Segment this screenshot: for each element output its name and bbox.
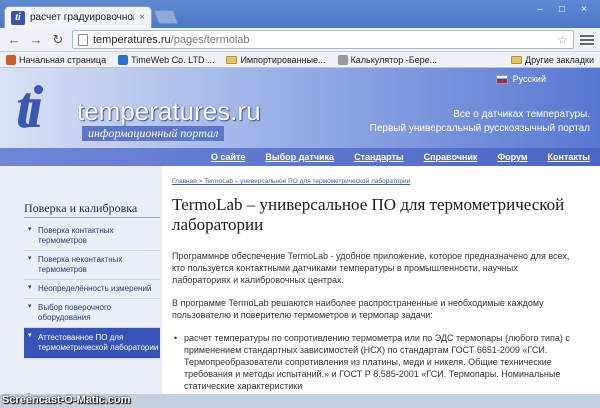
window-controls: – □ × xyxy=(530,2,594,16)
reload-icon[interactable]: ↻ xyxy=(50,32,66,48)
address-bar[interactable]: temperatures.ru/pages/termolab ☆ xyxy=(72,30,574,49)
bookmark-label: Начальная страница xyxy=(19,54,107,65)
sidebar-item-contact-thermometers[interactable]: Поверка контактных термометров xyxy=(24,222,160,251)
maximize-icon[interactable]: □ xyxy=(552,2,572,16)
web-page: ti temperatures.ru информационный портал… xyxy=(0,68,600,408)
screencast-watermark: Screencast-O-Matic.com xyxy=(0,394,600,408)
site-header: ti temperatures.ru информационный портал… xyxy=(0,68,600,148)
nav-sensor-select[interactable]: Выбор датчика xyxy=(265,152,334,162)
tagline-line: Все о датчиках температуры. xyxy=(453,109,590,120)
site-tagline: Все о датчиках температуры. Первый униве… xyxy=(370,108,590,136)
browser-tab[interactable]: ti расчет градуировочной × xyxy=(4,6,152,28)
tab-title: расчет градуировочной xyxy=(30,12,135,23)
close-window-icon[interactable]: × xyxy=(574,2,594,16)
url-text: temperatures.ru/pages/termolab xyxy=(93,34,552,46)
sidebar-item-certified-software[interactable]: Аттестованное ПО для термометрической ла… xyxy=(24,328,160,359)
site-logo-mark[interactable]: ti xyxy=(16,72,43,142)
bookmark-icon xyxy=(118,54,129,65)
minimize-icon[interactable]: – xyxy=(530,2,550,16)
back-icon[interactable]: ← xyxy=(6,32,22,47)
sidebar-item-noncontact-thermometers[interactable]: Поверка неконтактных термометров xyxy=(24,251,160,280)
bookmark-timeweb[interactable]: TimeWeb Co. LTD ... xyxy=(118,54,215,65)
folder-icon xyxy=(511,55,523,64)
breadcrumb[interactable]: Главная > TermoLab – универсальное ПО дл… xyxy=(172,178,410,185)
page-title: TermoLab – универсальное ПО для термомет… xyxy=(172,195,565,234)
bookmark-calculator[interactable]: Калькулятор -Бере... xyxy=(337,54,438,65)
other-bookmarks[interactable]: Другие закладки xyxy=(511,55,594,65)
sidebar-item-uncertainty[interactable]: Неопределённость измерений xyxy=(24,280,160,299)
sidebar-menu: Поверка контактных термометров Поверка н… xyxy=(24,222,160,359)
bookmarks-bar: Начальная страница TimeWeb Co. LTD ... И… xyxy=(0,52,600,68)
bookmark-star-icon[interactable]: ☆ xyxy=(557,33,568,47)
main-content: Главная > TermoLab – универсальное ПО дл… xyxy=(172,166,590,408)
main-nav: О сайте Выбор датчика Стандарты Справочн… xyxy=(0,148,600,166)
page-icon xyxy=(78,33,88,46)
bookmark-label: TimeWeb Co. LTD ... xyxy=(131,54,215,65)
bookmark-label: Калькулятор -Бере... xyxy=(350,54,438,65)
sidebar-divider xyxy=(24,217,160,218)
sidebar-title: Поверка и калибровка xyxy=(24,201,138,215)
nav-forum[interactable]: Форум xyxy=(497,152,527,162)
watermark-text: Screencast-O-Matic.com xyxy=(2,394,131,406)
tasks-paragraph: В программе TermoLab решаются наиболее р… xyxy=(172,298,544,320)
bookmark-label: Импортированные... xyxy=(240,54,326,65)
url-path: /pages/termolab xyxy=(170,33,250,46)
browser-toolbar: ← → ↻ temperatures.ru/pages/termolab ☆ xyxy=(0,28,600,52)
new-tab-button[interactable] xyxy=(153,10,179,24)
bookmark-home[interactable]: Начальная страница xyxy=(6,54,107,65)
nav-reference[interactable]: Справочник xyxy=(424,152,478,162)
folder-icon xyxy=(226,55,238,64)
site-logo-name[interactable]: temperatures.ru xyxy=(77,96,261,127)
nav-about[interactable]: О сайте xyxy=(211,152,246,162)
tab-close-icon[interactable]: × xyxy=(139,12,145,23)
forward-icon[interactable]: → xyxy=(28,32,44,47)
browser-tabstrip: ti расчет градуировочной × – □ × xyxy=(0,0,600,28)
sidebar: Поверка и калибровка Поверка контактных … xyxy=(0,166,162,408)
nav-standards[interactable]: Стандарты xyxy=(354,152,404,162)
bookmark-icon xyxy=(6,54,16,65)
language-label: Русский xyxy=(512,74,546,84)
site-favicon: ti xyxy=(11,10,25,25)
chrome-menu-icon[interactable] xyxy=(580,34,594,45)
tagline-line: Первый универсальный русскоязычный порта… xyxy=(369,123,590,134)
other-bookmarks-label: Другие закладки xyxy=(525,54,594,65)
bookmark-imported[interactable]: Импортированные... xyxy=(226,54,326,65)
site-logo-tagline: информационный портал xyxy=(82,126,225,141)
intro-paragraph: Программное обеспечение TermoLab - удобн… xyxy=(172,251,570,285)
russian-flag-icon xyxy=(495,74,508,84)
list-item: расчет температуры по сопротивлению терм… xyxy=(174,332,574,392)
language-selector[interactable]: Русский xyxy=(495,74,546,84)
page-icon xyxy=(337,54,348,65)
sidebar-item-equipment[interactable]: Выбор поверочного оборудования xyxy=(24,299,160,328)
nav-contacts[interactable]: Контакты xyxy=(548,152,590,162)
url-host: temperatures.ru xyxy=(93,33,171,46)
